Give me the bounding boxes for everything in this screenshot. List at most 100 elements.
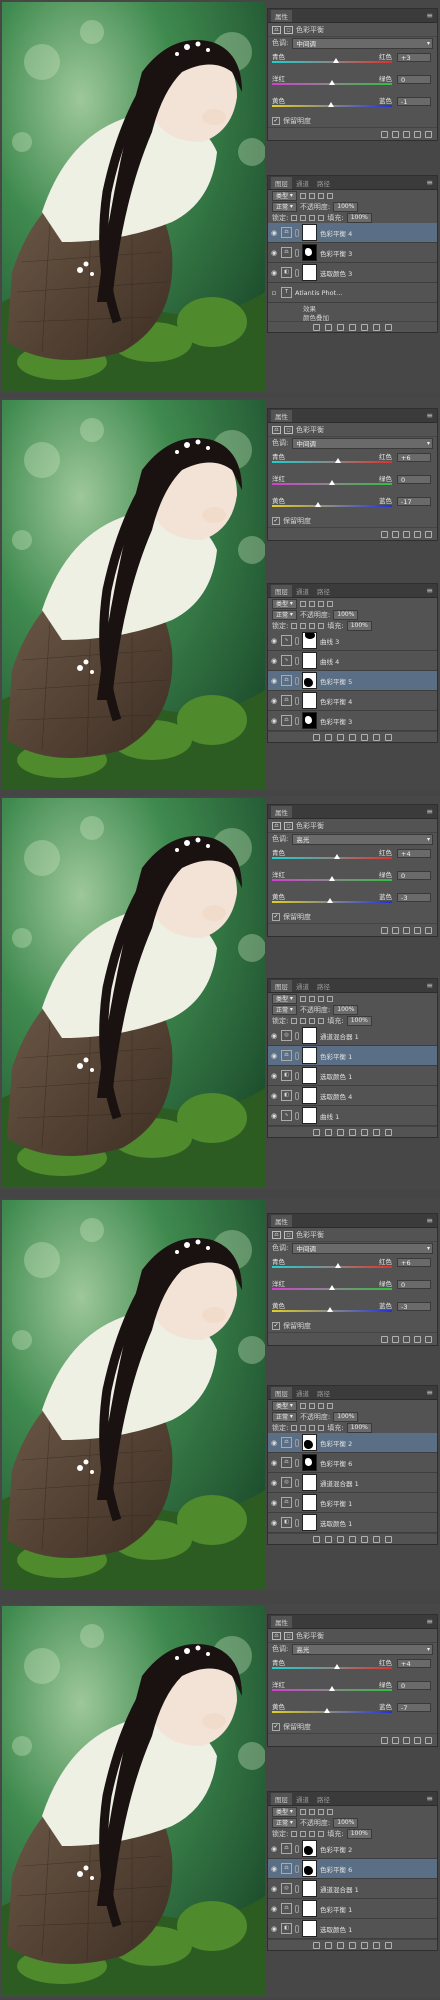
layer-row[interactable]: ◉ ⚖ 色彩平衡 3 bbox=[268, 243, 437, 263]
blend-mode-select[interactable]: 正常 ▾ bbox=[272, 201, 297, 212]
tab-paths[interactable]: 路径 bbox=[313, 980, 334, 992]
trash-icon[interactable] bbox=[425, 530, 432, 538]
slider-value-field[interactable]: +3 bbox=[397, 53, 431, 62]
eye-icon[interactable]: ◉ bbox=[270, 1925, 278, 1933]
reset-icon[interactable] bbox=[403, 926, 410, 934]
tone-select[interactable]: 中间调 bbox=[292, 37, 433, 49]
tone-select[interactable]: 中间调 bbox=[292, 1242, 433, 1254]
tab-paths[interactable]: 路径 bbox=[313, 585, 334, 597]
lock-pixels-icon[interactable] bbox=[300, 214, 307, 221]
clip-to-layer-icon[interactable] bbox=[381, 1736, 388, 1744]
kind-filter-select[interactable]: 类型 ▾ bbox=[272, 1400, 297, 1411]
slider-thumb[interactable] bbox=[329, 1285, 335, 1290]
tab-channels[interactable]: 通道 bbox=[292, 177, 313, 189]
lock-position-icon[interactable] bbox=[309, 622, 316, 629]
layer-mask-thumbnail[interactable] bbox=[302, 244, 317, 261]
eye-icon[interactable]: ◉ bbox=[270, 1479, 278, 1487]
slider-thumb[interactable] bbox=[333, 1664, 340, 1669]
fx-icon[interactable] bbox=[325, 1941, 332, 1949]
link-icon[interactable] bbox=[295, 696, 299, 705]
pixel-filter-icon[interactable] bbox=[299, 192, 306, 199]
slider-track[interactable] bbox=[272, 898, 392, 903]
layer-mask-thumbnail[interactable] bbox=[302, 1900, 317, 1917]
trash-icon[interactable] bbox=[425, 1736, 432, 1744]
slider-value-field[interactable]: -7 bbox=[397, 1703, 431, 1712]
tab-channels[interactable]: 通道 bbox=[292, 1387, 313, 1399]
layer-row[interactable]: ◉ ⚖ 色彩平衡 1 bbox=[268, 1493, 437, 1513]
tone-select[interactable]: 中间调 bbox=[292, 437, 433, 449]
tab-properties[interactable]: 属性 bbox=[271, 409, 292, 422]
eye-icon[interactable]: ◉ bbox=[270, 657, 278, 665]
blend-mode-select[interactable]: 正常 ▾ bbox=[272, 1411, 297, 1422]
lock-pixels-icon[interactable] bbox=[300, 1830, 307, 1837]
lock-all-icon[interactable] bbox=[318, 1830, 325, 1837]
link-icon[interactable] bbox=[295, 268, 299, 277]
layer-row[interactable]: ◉ ⚖ 色彩平衡 1 bbox=[268, 1046, 437, 1066]
layer-mask-thumbnail[interactable] bbox=[302, 1860, 317, 1877]
eye-icon[interactable]: ◉ bbox=[270, 1092, 278, 1100]
lock-transparent-icon[interactable] bbox=[291, 622, 298, 629]
slider-thumb[interactable] bbox=[326, 898, 333, 903]
lock-all-icon[interactable] bbox=[318, 214, 325, 221]
mask-icon[interactable]: ◻ bbox=[284, 25, 293, 34]
trash-icon[interactable] bbox=[385, 733, 392, 741]
panel-menu-icon[interactable]: ≡ bbox=[426, 586, 433, 595]
view-previous-icon[interactable] bbox=[392, 1335, 399, 1343]
clip-to-layer-icon[interactable] bbox=[381, 130, 388, 138]
blend-mode-select[interactable]: 正常 ▾ bbox=[272, 609, 297, 620]
eye-icon[interactable]: ◉ bbox=[270, 1865, 278, 1873]
preserve-luminosity-checkbox[interactable]: ✓ bbox=[272, 117, 280, 125]
slider-value-field[interactable]: -17 bbox=[397, 497, 431, 506]
lock-position-icon[interactable] bbox=[309, 1017, 316, 1024]
new-adjustment-icon[interactable] bbox=[349, 1535, 356, 1543]
eye-icon[interactable]: ◉ bbox=[270, 637, 278, 645]
shape-filter-icon[interactable] bbox=[326, 1808, 333, 1815]
tab-properties[interactable]: 属性 bbox=[271, 805, 292, 818]
new-group-icon[interactable] bbox=[361, 1941, 368, 1949]
link-icon[interactable] bbox=[295, 248, 299, 257]
blend-mode-select[interactable]: 正常 ▾ bbox=[272, 1004, 297, 1015]
slider-thumb[interactable] bbox=[329, 876, 335, 881]
lock-transparent-icon[interactable] bbox=[291, 1424, 298, 1431]
panel-menu-icon[interactable]: ≡ bbox=[426, 1216, 433, 1225]
fx-icon[interactable] bbox=[325, 733, 332, 741]
tab-paths[interactable]: 路径 bbox=[313, 177, 334, 189]
fx-icon[interactable] bbox=[325, 1535, 332, 1543]
eye-icon[interactable]: ◉ bbox=[270, 1112, 278, 1120]
layer-mask-thumbnail[interactable] bbox=[302, 1494, 317, 1511]
slider-thumb[interactable] bbox=[326, 1307, 333, 1312]
shape-filter-icon[interactable] bbox=[326, 1402, 333, 1409]
shape-filter-icon[interactable] bbox=[326, 192, 333, 199]
view-previous-icon[interactable] bbox=[392, 926, 399, 934]
visibility-icon[interactable] bbox=[414, 1335, 421, 1343]
lock-transparent-icon[interactable] bbox=[291, 1830, 298, 1837]
new-layer-icon[interactable] bbox=[373, 1128, 380, 1136]
adjust-filter-icon[interactable] bbox=[308, 1808, 315, 1815]
link-layers-icon[interactable] bbox=[313, 1535, 320, 1543]
slider-value-field[interactable]: 0 bbox=[397, 75, 431, 84]
kind-filter-select[interactable]: 类型 ▾ bbox=[272, 598, 297, 609]
layer-row[interactable]: ◉ ◧ 选取颜色 1 bbox=[268, 1513, 437, 1533]
shape-filter-icon[interactable] bbox=[326, 600, 333, 607]
slider-track[interactable] bbox=[272, 102, 392, 107]
text-filter-icon[interactable] bbox=[317, 192, 324, 199]
mask-icon[interactable]: ◻ bbox=[284, 1230, 293, 1239]
add-mask-icon[interactable] bbox=[337, 1941, 344, 1949]
slider-track[interactable] bbox=[272, 80, 392, 85]
reset-icon[interactable] bbox=[403, 530, 410, 538]
text-filter-icon[interactable] bbox=[317, 600, 324, 607]
layer-row[interactable]: ◉ ∿ 曲线 4 bbox=[268, 651, 437, 671]
text-filter-icon[interactable] bbox=[317, 1808, 324, 1815]
slider-track[interactable] bbox=[272, 458, 392, 463]
panel-menu-icon[interactable]: ≡ bbox=[426, 807, 433, 816]
slider-track[interactable] bbox=[272, 1708, 392, 1713]
clip-to-layer-icon[interactable] bbox=[381, 530, 388, 538]
preserve-luminosity-row[interactable]: ✓ 保留明度 bbox=[268, 1721, 437, 1733]
link-icon[interactable] bbox=[295, 1031, 299, 1040]
link-icon[interactable] bbox=[295, 1111, 299, 1120]
slider-track[interactable] bbox=[272, 1686, 392, 1691]
slider-track[interactable] bbox=[272, 854, 392, 859]
text-filter-icon[interactable] bbox=[317, 1402, 324, 1409]
tab-layers[interactable]: 图层 bbox=[271, 1386, 292, 1399]
new-layer-icon[interactable] bbox=[373, 733, 380, 741]
